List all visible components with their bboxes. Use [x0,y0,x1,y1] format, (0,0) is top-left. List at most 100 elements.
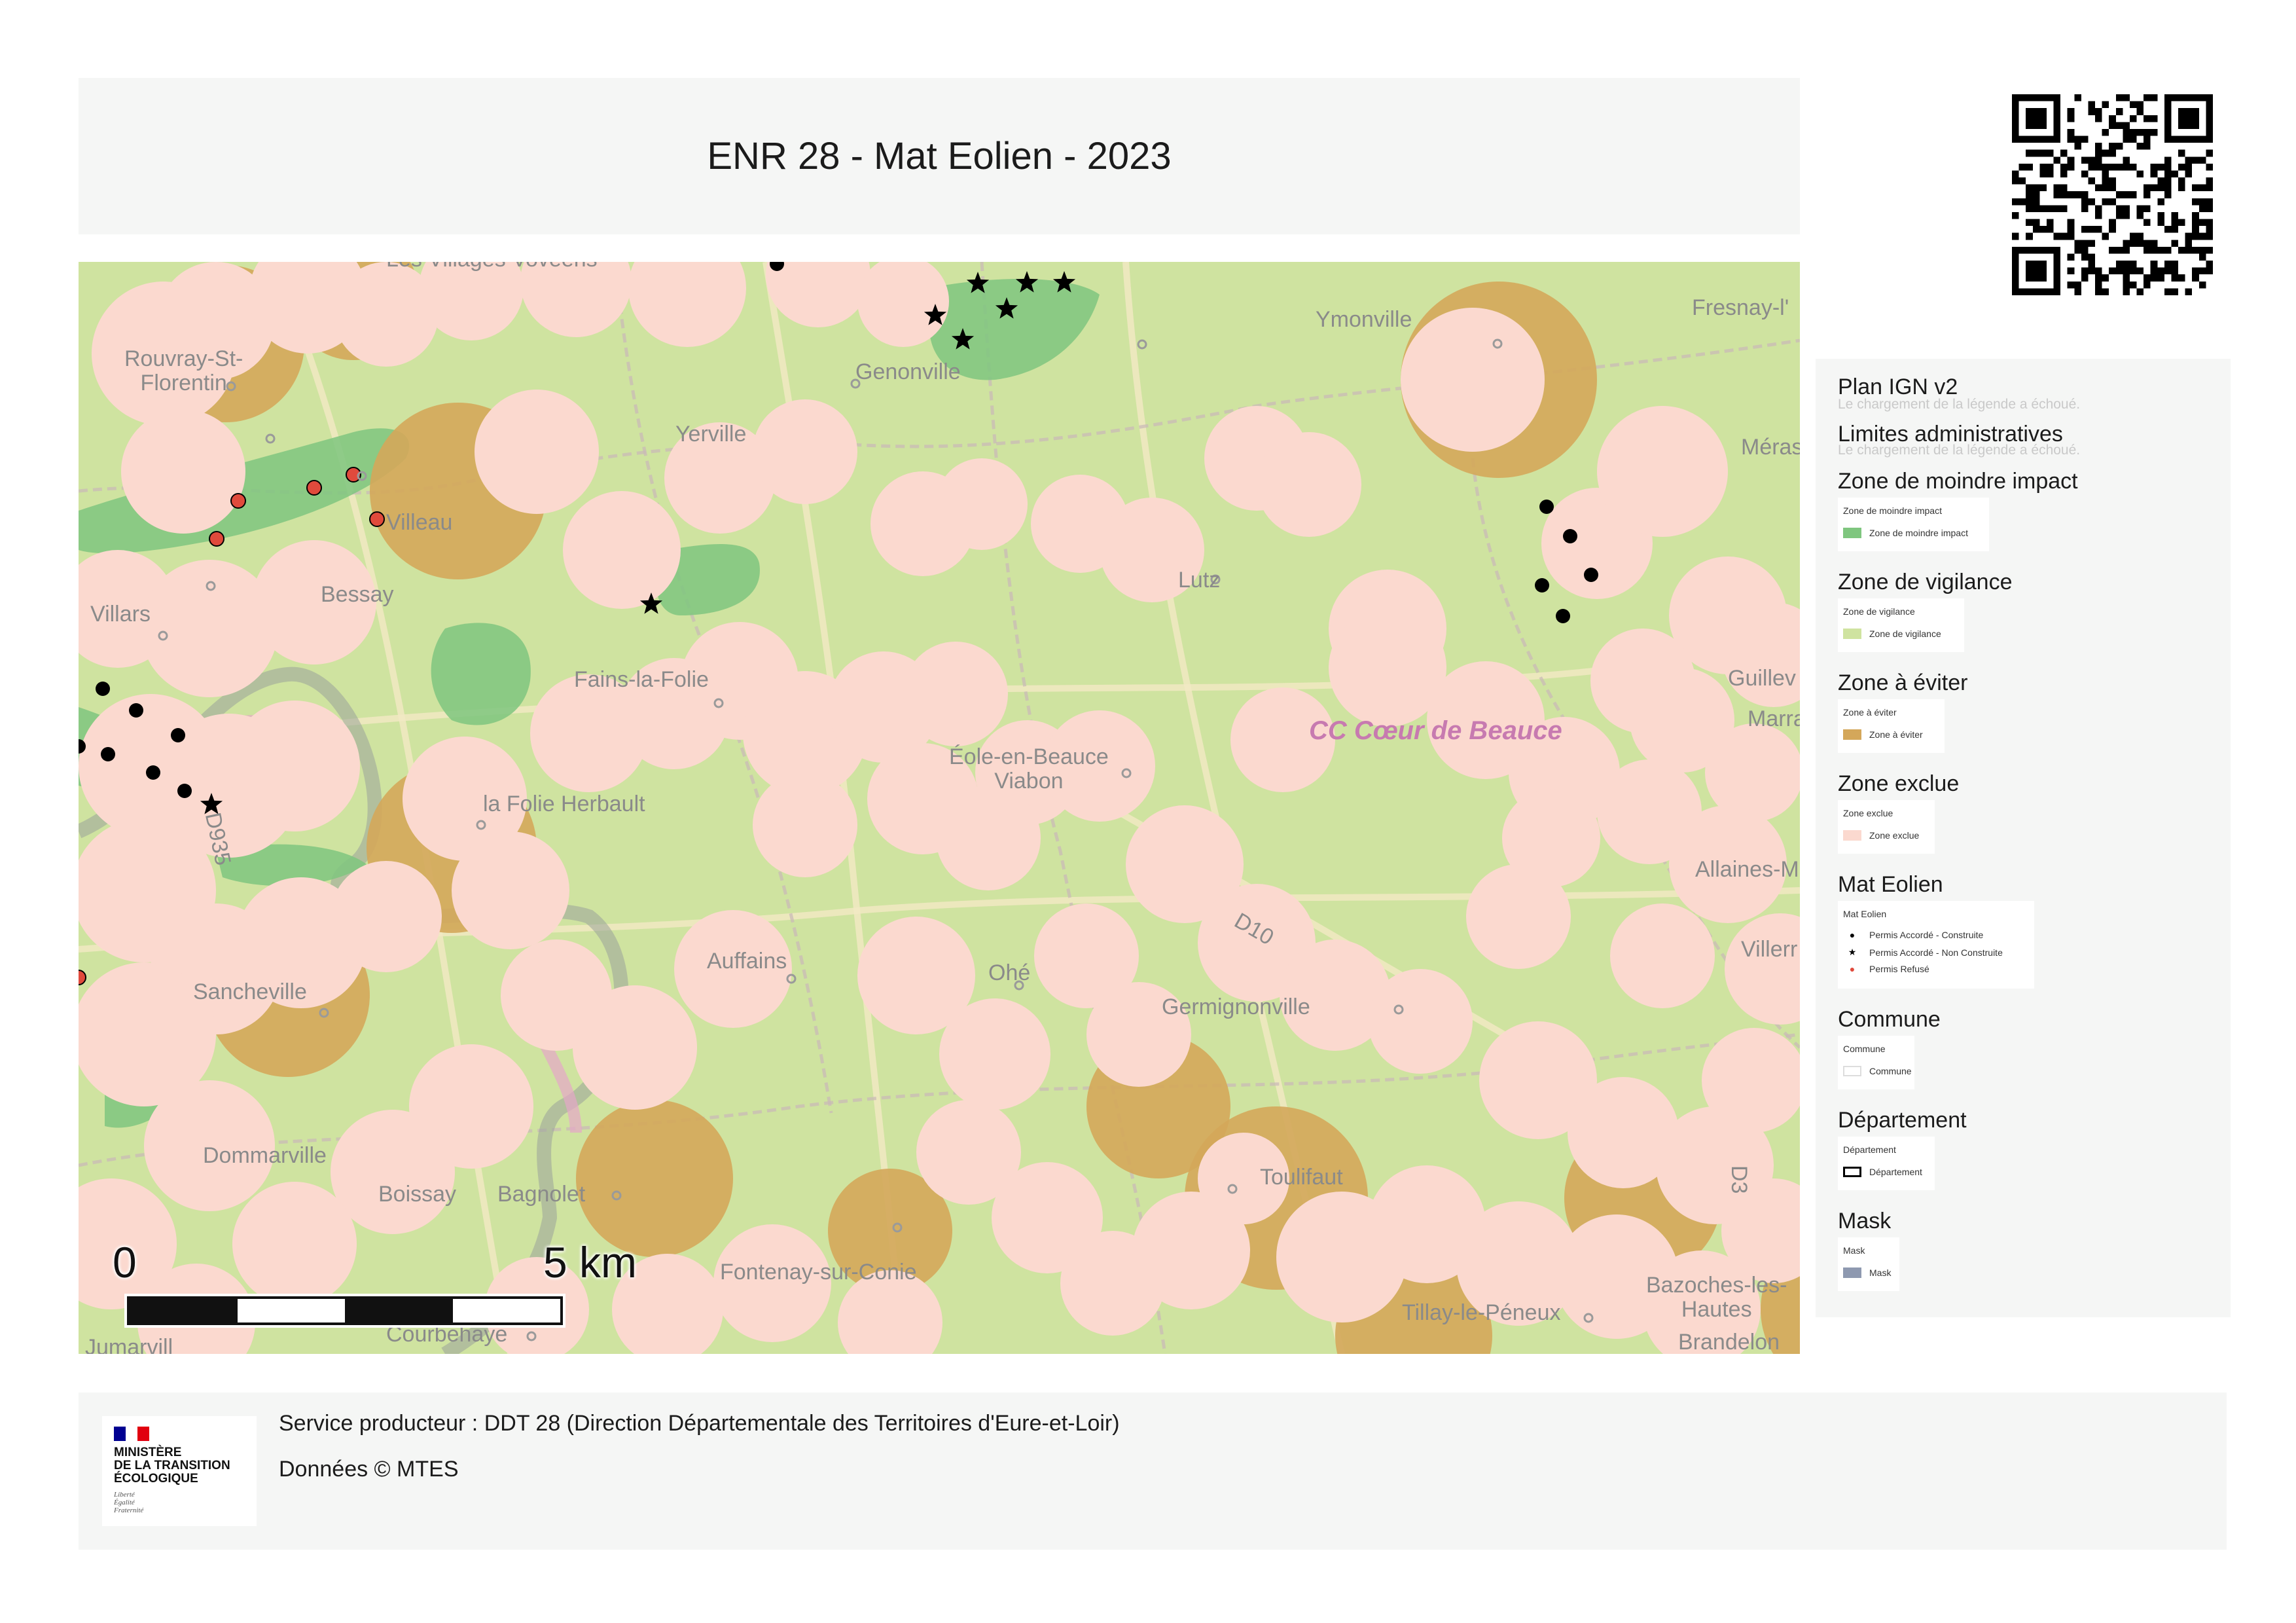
legend-item: ● Permis Accordé - Construite [1843,930,1984,940]
turbine-refused-marker[interactable] [369,511,385,527]
turbine-built-marker[interactable] [129,703,143,718]
turbine-refused-marker[interactable] [209,531,224,547]
turbine-built-marker[interactable] [1535,578,1549,593]
scale-bar [127,1296,563,1325]
legend-box: Zone à éviter Zone à éviter [1838,699,1945,753]
legend-item-label: Zone exclue [1869,830,1920,841]
place-toulifaut: Toulifaut [1260,1165,1343,1190]
place-villeau: Villeau [386,510,453,535]
place-meras: Méras [1741,435,1800,460]
qr-code[interactable] [2012,94,2213,295]
place-jumarvill: Jumarvill [85,1335,173,1354]
epci-label: CC Cœur de Beauce [1309,716,1562,745]
legend-section-title: Zone de vigilance [1838,570,2013,594]
place-bessay: Bessay [321,582,394,607]
turbine-built-marker[interactable] [96,682,110,696]
place-guillev: Guillev [1728,666,1796,691]
legend-swatch [1843,1066,1861,1076]
legend-item-label: Zone à éviter [1869,729,1923,740]
place-villars: Villars [90,602,151,627]
legend-box: Mat Eolien ● Permis Accordé - Construite ★ P… [1838,901,2034,989]
place-lutz: Lutz [1178,568,1221,593]
place-rouvray-st-florentin: Rouvray-St- Florentin [124,346,243,396]
legend-section-title: Zone exclue [1838,771,1960,796]
turbine-built-marker[interactable] [146,765,160,780]
legend-swatch [1843,629,1861,639]
red-dot-icon: ● [1849,964,1856,974]
place-allaines: Allaines-M [1695,857,1799,882]
legend-panel: Plan IGN v2 Le chargement de la légende a… [1816,359,2231,1317]
turbine-built-marker[interactable] [1539,500,1554,514]
turbine-built-marker[interactable] [1556,609,1570,623]
place-la-folie-herbault: la Folie Herbault [483,792,645,816]
logo-motto: Liberté Égalité Fraternité [114,1491,144,1514]
legend-item: Zone à éviter [1843,729,1923,740]
star-icon: ★ [1848,947,1857,957]
legend-swatch [1843,830,1861,841]
turbine-built-marker[interactable] [1584,568,1598,582]
place-bazoches: Bazoches-les- Hautes [1646,1273,1787,1322]
legend-item-label: Zone de vigilance [1869,629,1941,639]
legend-item-label: Permis Accordé - Construite [1869,930,1984,940]
data-credit: Données © MTES [279,1457,459,1482]
place-boissay: Boissay [378,1182,457,1207]
place-brandelon: Brandelon [1678,1330,1780,1354]
map-title: ENR 28 - Mat Eolien - 2023 [707,135,1172,177]
french-flag-icon [114,1427,149,1441]
place-fresnay: Fresnay-l' [1692,295,1789,320]
legend-item: ● Permis Refusé [1843,964,1929,974]
legend-item: Mask [1843,1267,1891,1278]
turbine-refused-marker[interactable] [230,493,246,509]
place-genonville: Genonville [855,359,961,384]
legend-swatch [1843,729,1861,740]
legend-item-label: Département [1869,1167,1922,1177]
legend-swatch [1843,528,1861,538]
legend-swatch [1843,1267,1861,1278]
turbine-built-marker[interactable] [1563,529,1577,543]
legend-item-label: Permis Accordé - Non Construite [1869,947,2003,958]
legend-box-title: Mask [1843,1245,1865,1256]
legend-box-title: Zone de vigilance [1843,606,1915,617]
legend-box: Département Département [1838,1137,1935,1190]
turbine-built-marker[interactable] [171,728,185,742]
legend-box: Mask Mask [1838,1237,1899,1291]
legend-item: Zone de moindre impact [1843,528,1968,538]
legend-section-title: Mask [1838,1209,1892,1233]
place-eole-en-beauce: Éole-en-Beauce Viabon [949,744,1109,794]
place-tillay-le-peneux: Tillay-le-Péneux [1402,1300,1561,1325]
producer-credit: Service producteur : DDT 28 (Direction D… [279,1411,1120,1436]
legend-item: Zone de vigilance [1843,629,1941,639]
logo-text: MINISTÈRE DE LA TRANSITION ÉCOLOGIQUE [114,1446,230,1486]
scale-end-label: 5 km [543,1238,637,1286]
place-villerr: Villerr [1741,937,1798,962]
turbine-built-marker[interactable] [101,747,115,761]
legend-box-title: Commune [1843,1044,1886,1054]
legend-box-title: Département [1843,1144,1896,1155]
black-dot-icon: ● [1849,930,1856,940]
legend-box-title: Zone de moindre impact [1843,505,1942,516]
map-frame[interactable]: Les Villages Vovéens Rouvray-St- Florenti… [79,262,1800,1354]
legend-box-title: Zone à éviter [1843,707,1897,718]
map-canvas[interactable] [79,262,1800,1354]
place-sancheville: Sancheville [193,979,307,1004]
legend-section-title: Mat Eolien [1838,872,1943,897]
legend-item: Commune [1843,1066,1912,1076]
legend-swatch [1843,1167,1861,1177]
ministry-logo: MINISTÈRE DE LA TRANSITION ÉCOLOGIQUE Libe… [102,1416,257,1526]
road-d3: D3 [1727,1165,1751,1194]
legend-section-title: Zone à éviter [1838,670,1968,695]
place-les-villages-voveens: Les Villages Vovéens [386,262,598,272]
legend-section-title: Département [1838,1108,1967,1133]
place-courbehaye: Courbehaye [386,1322,508,1347]
legend-item: ★ Permis Accordé - Non Construite [1843,947,2003,958]
place-auffains: Auffains [707,949,787,974]
place-dommarville: Dommarville [203,1143,327,1168]
place-yerville: Yerville [675,422,747,447]
place-germignonville: Germignonville [1162,994,1310,1019]
legend-item-label: Permis Refusé [1869,964,1929,974]
turbine-refused-marker[interactable] [306,480,322,496]
legend-item-label: Commune [1869,1066,1912,1076]
turbine-built-marker[interactable] [177,784,192,798]
legend-box: Commune Commune [1838,1036,1914,1089]
legend-item: Département [1843,1167,1922,1177]
